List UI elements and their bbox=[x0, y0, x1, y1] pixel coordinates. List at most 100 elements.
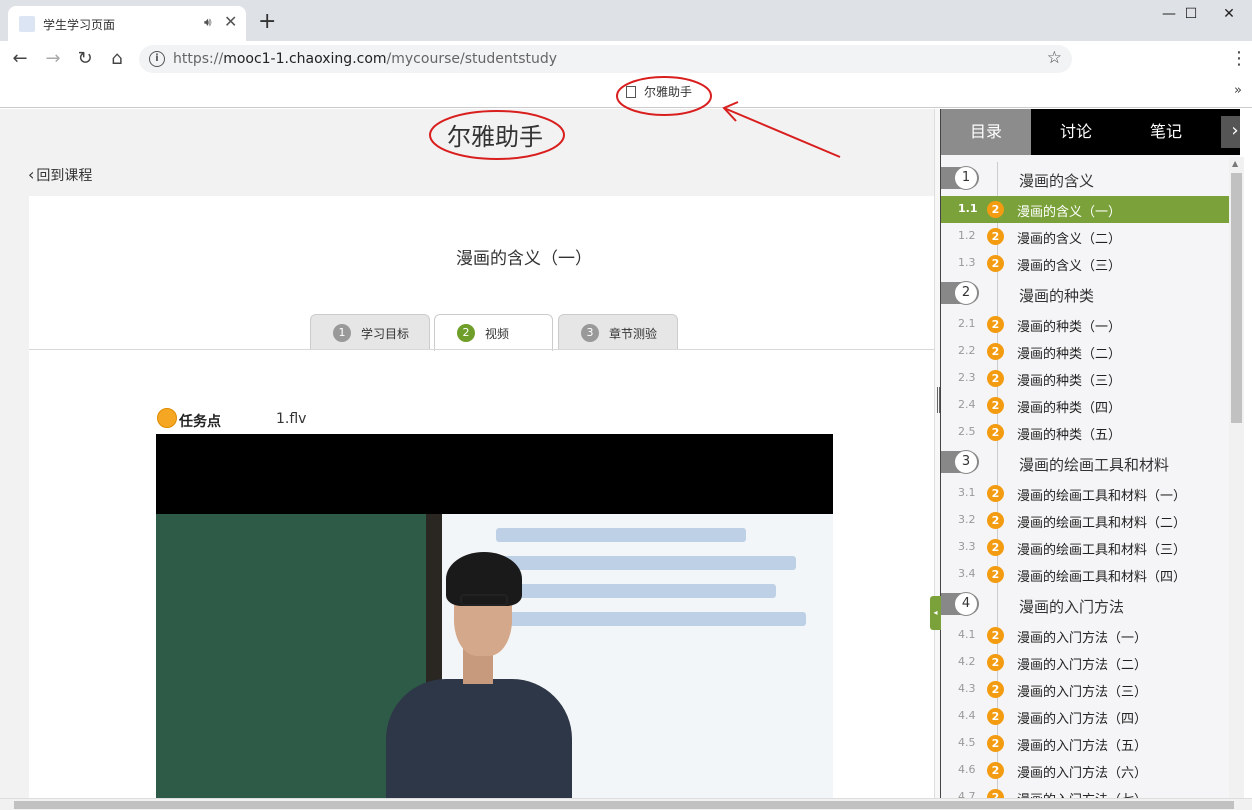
task-count-badge: 2 bbox=[987, 424, 1004, 441]
collapse-sidebar-icon[interactable]: ◂ bbox=[930, 596, 941, 630]
tab-close-icon[interactable]: ✕ bbox=[224, 13, 237, 31]
toc-section[interactable]: 3.3 2 漫画的绘画工具和材料（三） bbox=[941, 534, 1229, 561]
back-to-course-link[interactable]: ‹ 回到课程 bbox=[28, 165, 92, 185]
close-window-button[interactable]: ✕ bbox=[1206, 0, 1252, 28]
chapter-title: 漫画的含义 bbox=[1019, 172, 1095, 190]
section-number: 4.1 bbox=[958, 628, 976, 641]
section-title: 漫画的入门方法（三） bbox=[1017, 685, 1148, 700]
toc-chapter[interactable]: 4 漫画的入门方法 bbox=[941, 588, 1229, 622]
scroll-up-icon[interactable]: ▲ bbox=[1232, 159, 1238, 168]
section-title: 漫画的种类（四） bbox=[1017, 401, 1122, 416]
course-sidebar: 目录 讨论 笔记 › 1 漫画的含义 1.1 2 漫画的含义（一） 1.2 2 漫画的含义（二… bbox=[940, 109, 1240, 798]
section-number: 3.3 bbox=[958, 540, 976, 553]
sidebar-scroll-thumb[interactable] bbox=[1231, 173, 1242, 423]
sidebar-scrollbar[interactable]: ▲ bbox=[1229, 157, 1244, 798]
browser-tab[interactable]: 学生学习页面 🔊︎ ✕ bbox=[8, 6, 246, 41]
tab-video[interactable]: 2 视频 bbox=[434, 314, 553, 351]
window-vertical-scrollbar[interactable] bbox=[1244, 109, 1252, 798]
toc-section[interactable]: 3.4 2 漫画的绘画工具和材料（四） bbox=[941, 561, 1229, 588]
horizontal-scrollbar[interactable] bbox=[0, 798, 1252, 810]
task-count-badge: 2 bbox=[987, 512, 1004, 529]
tab-catalog[interactable]: 目录 bbox=[941, 109, 1031, 155]
toc-section[interactable]: 4.2 2 漫画的入门方法（二） bbox=[941, 649, 1229, 676]
section-number: 2.3 bbox=[958, 371, 976, 384]
section-title: 漫画的含义（一） bbox=[1017, 205, 1122, 220]
section-title: 漫画的含义（三） bbox=[1017, 259, 1122, 274]
task-count-badge: 2 bbox=[987, 228, 1004, 245]
video-player[interactable] bbox=[156, 434, 833, 798]
toc-section[interactable]: 4.7 2 漫画的入门方法（七） bbox=[941, 784, 1229, 798]
toc-chapter[interactable]: 3 漫画的绘画工具和材料 bbox=[941, 446, 1229, 480]
toc-section[interactable]: 3.2 2 漫画的绘画工具和材料（二） bbox=[941, 507, 1229, 534]
section-number: 4.2 bbox=[958, 655, 976, 668]
task-count-badge: 2 bbox=[987, 566, 1004, 583]
task-count-badge: 2 bbox=[987, 735, 1004, 752]
section-number: 2.1 bbox=[958, 317, 976, 330]
forward-arrow-icon[interactable]: → bbox=[39, 45, 67, 73]
chapter-title: 漫画的绘画工具和材料 bbox=[1019, 456, 1170, 474]
toc-section[interactable]: 2.4 2 漫画的种类（四） bbox=[941, 392, 1229, 419]
tab-label: 视频 bbox=[485, 327, 510, 341]
section-number: 3.2 bbox=[958, 513, 976, 526]
home-icon[interactable]: ⌂ bbox=[103, 45, 131, 73]
toc-section[interactable]: 2.5 2 漫画的种类（五） bbox=[941, 419, 1229, 446]
address-bar[interactable]: i https://mooc1-1.chaoxing.com/mycourse/… bbox=[139, 45, 1072, 73]
chapter-title: 漫画的种类 bbox=[1019, 287, 1095, 305]
bookmark-star-icon[interactable]: ☆ bbox=[1047, 48, 1062, 68]
section-number: 4.3 bbox=[958, 682, 976, 695]
toc-section[interactable]: 2.2 2 漫画的种类（二） bbox=[941, 338, 1229, 365]
reload-icon[interactable]: ↻ bbox=[71, 45, 99, 73]
toc-section[interactable]: 4.5 2 漫画的入门方法（五） bbox=[941, 730, 1229, 757]
projected-screen bbox=[476, 514, 833, 634]
section-number: 4.6 bbox=[958, 763, 976, 776]
toc-section[interactable]: 4.3 2 漫画的入门方法（三） bbox=[941, 676, 1229, 703]
toc-section[interactable]: 4.1 2 漫画的入门方法（一） bbox=[941, 622, 1229, 649]
site-info-icon[interactable]: i bbox=[149, 51, 165, 67]
section-number: 4.4 bbox=[958, 709, 976, 722]
video-file-name: 1.flv bbox=[276, 411, 307, 427]
task-count-badge: 2 bbox=[987, 762, 1004, 779]
section-number: 2.2 bbox=[958, 344, 976, 357]
tab-notes[interactable]: 笔记 bbox=[1121, 109, 1211, 155]
bookmark-bar: 尔雅助手 » bbox=[0, 77, 1252, 108]
toc-section[interactable]: 2.3 2 漫画的种类（三） bbox=[941, 365, 1229, 392]
horizontal-scroll-thumb[interactable] bbox=[14, 801, 1234, 809]
task-count-badge: 2 bbox=[987, 316, 1004, 333]
speaker-icon[interactable]: 🔊︎ bbox=[204, 15, 212, 30]
task-count-badge: 2 bbox=[987, 708, 1004, 725]
chapter-number: 2 bbox=[954, 281, 978, 305]
section-number: 1.3 bbox=[958, 256, 976, 269]
tab-discussion[interactable]: 讨论 bbox=[1031, 109, 1121, 155]
section-title: 漫画的入门方法（一） bbox=[1017, 631, 1148, 646]
new-tab-button[interactable]: + bbox=[258, 10, 276, 34]
bookmark-item[interactable]: 尔雅助手 bbox=[626, 83, 692, 100]
back-arrow-icon[interactable]: ← bbox=[6, 45, 34, 73]
toc-section[interactable]: 1.3 2 漫画的含义（三） bbox=[941, 250, 1229, 277]
section-number: 4.5 bbox=[958, 736, 976, 749]
sidebar-tabs: 目录 讨论 笔记 › bbox=[941, 109, 1240, 155]
task-count-badge: 2 bbox=[987, 397, 1004, 414]
chapter-title: 漫画的入门方法 bbox=[1019, 598, 1125, 616]
chapter-title: 漫画的含义（一） bbox=[456, 249, 592, 269]
chapter-number: 4 bbox=[954, 592, 978, 616]
section-number: 2.5 bbox=[958, 425, 976, 438]
task-count-badge: 2 bbox=[987, 485, 1004, 502]
section-title: 漫画的绘画工具和材料（二） bbox=[1017, 516, 1187, 531]
toc-section[interactable]: 2.1 2 漫画的种类（一） bbox=[941, 311, 1229, 338]
toc-chapter[interactable]: 2 漫画的种类 bbox=[941, 277, 1229, 311]
tab-learning-goals[interactable]: 1 学习目标 bbox=[310, 314, 430, 350]
browser-menu-icon[interactable]: ⋮ bbox=[1230, 45, 1248, 73]
toc-section[interactable]: 4.4 2 漫画的入门方法（四） bbox=[941, 703, 1229, 730]
task-count-badge: 2 bbox=[987, 627, 1004, 644]
chapter-number: 1 bbox=[954, 166, 978, 190]
tab-chapter-quiz[interactable]: 3 章节测验 bbox=[558, 314, 678, 350]
toc-chapter[interactable]: 1 漫画的含义 bbox=[941, 162, 1229, 196]
url-text[interactable]: https://mooc1-1.chaoxing.com/mycourse/st… bbox=[173, 51, 557, 67]
toc-section[interactable]: 3.1 2 漫画的绘画工具和材料（一） bbox=[941, 480, 1229, 507]
toc-section[interactable]: 1.1 2 漫画的含义（一） bbox=[941, 196, 1229, 223]
section-title: 漫画的入门方法（六） bbox=[1017, 766, 1148, 781]
toc-section[interactable]: 1.2 2 漫画的含义（二） bbox=[941, 223, 1229, 250]
toc-section[interactable]: 4.6 2 漫画的入门方法（六） bbox=[941, 757, 1229, 784]
chevron-right-icon[interactable]: › bbox=[1221, 116, 1240, 148]
bookmark-overflow-icon[interactable]: » bbox=[1234, 83, 1242, 98]
